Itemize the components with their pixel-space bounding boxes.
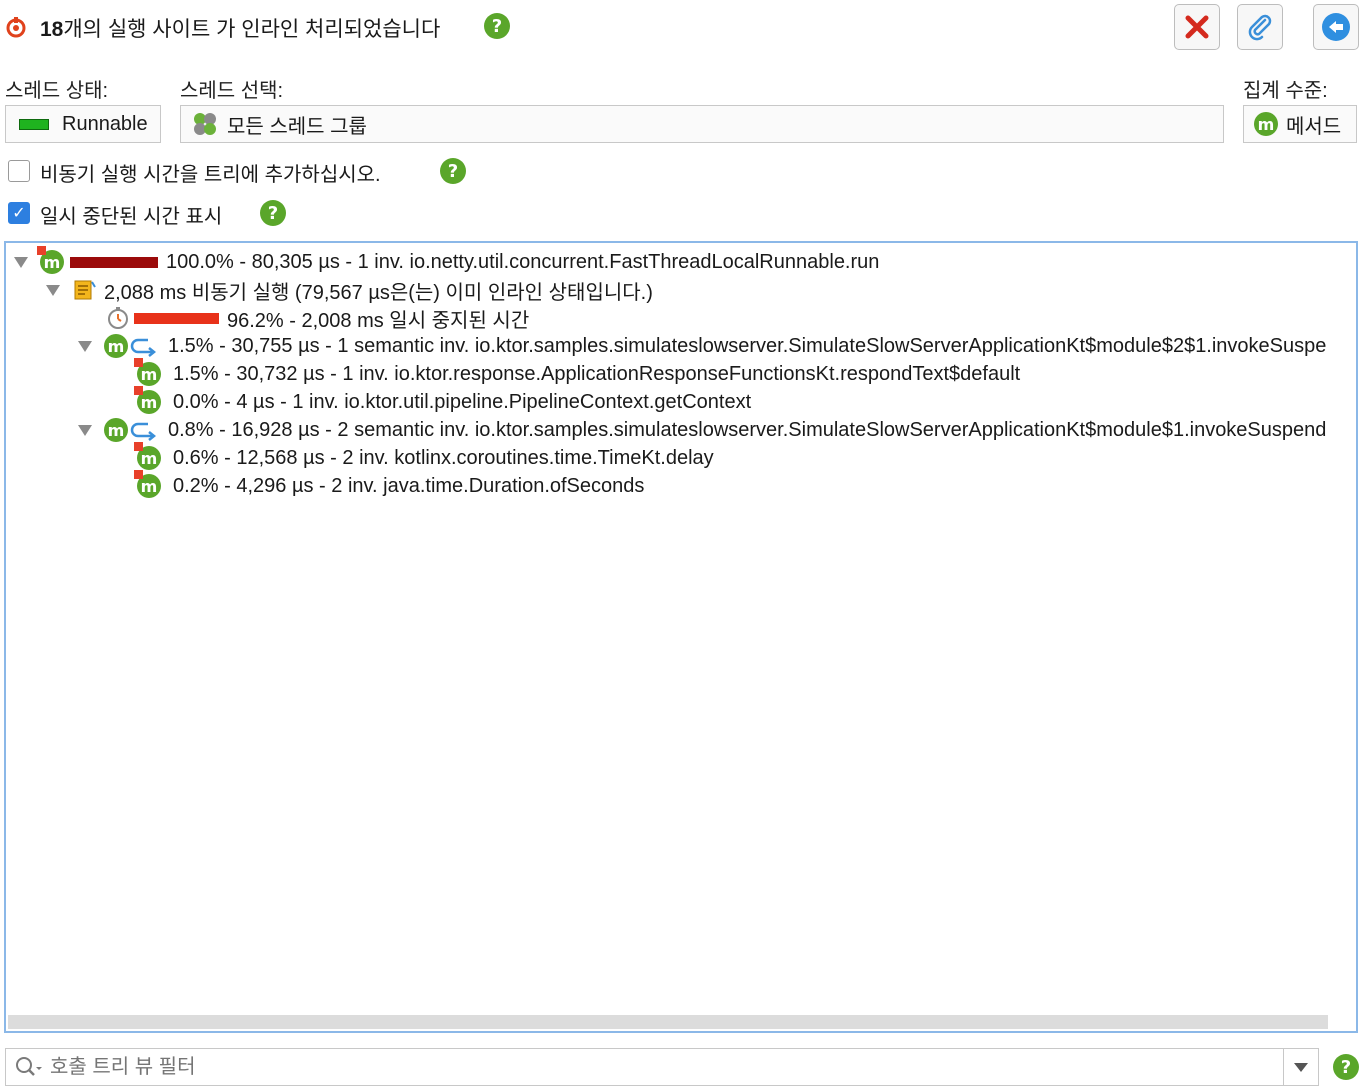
time-bar: [134, 312, 219, 324]
tree-row[interactable]: m 0.6% - 12,568 µs - 2 inv. kotlinx.coro…: [134, 442, 714, 472]
method-icon: m: [134, 358, 161, 386]
suspended-checkbox[interactable]: ✓: [8, 202, 30, 224]
method-icon: m: [134, 442, 161, 470]
help-icon[interactable]: ?: [484, 13, 510, 39]
call-tree[interactable]: m 100.0% - 80,305 µs - 1 inv. io.netty.u…: [4, 241, 1358, 1033]
tree-row-text: 0.6% - 12,568 µs - 2 inv. kotlinx.corout…: [173, 446, 714, 469]
tree-row[interactable]: m 0.8% - 16,928 µs - 2 semantic inv. io.…: [78, 416, 1326, 444]
tree-row-text: 1.5% - 30,755 µs - 1 semantic inv. io.kt…: [168, 334, 1327, 357]
tree-row[interactable]: m 0.2% - 4,296 µs - 2 inv. java.time.Dur…: [134, 470, 645, 500]
attach-button[interactable]: [1237, 4, 1283, 50]
method-icon: m: [37, 246, 64, 274]
async-help-icon[interactable]: ?: [440, 158, 466, 184]
thread-state-value: Runnable: [62, 112, 148, 135]
back-icon: [1322, 13, 1350, 41]
horizontal-scrollbar[interactable]: [8, 1015, 1328, 1029]
method-icon: m: [134, 386, 161, 414]
chevron-down-icon: [1294, 1062, 1308, 1072]
tree-row-text: 2,088 ms 비동기 실행 (79,567 µs은(는) 이미 인라인 상태…: [104, 281, 653, 304]
method-icon: m: [134, 470, 161, 498]
suspended-label[interactable]: 일시 중단된 시간 표시: [40, 200, 222, 229]
tree-row[interactable]: m 100.0% - 80,305 µs - 1 inv. io.netty.u…: [14, 246, 880, 276]
thread-state-selector[interactable]: Runnable: [5, 105, 161, 143]
tree-row-text: 0.0% - 4 µs - 1 inv. io.ktor.util.pipeli…: [173, 390, 752, 413]
thread-select-label: 스레드 선택:: [180, 80, 284, 102]
semantic-call-icon: [130, 422, 157, 441]
profiler-logo-icon: [5, 16, 27, 38]
search-icon: [16, 1057, 42, 1076]
attach-icon: [1248, 14, 1272, 41]
page-title-text: 개의 실행 사이트 가 인라인 처리되었습니다: [63, 18, 441, 41]
call-tree-filter[interactable]: [5, 1048, 1319, 1086]
method-icon: m: [104, 334, 128, 358]
expand-toggle-icon[interactable]: [14, 256, 28, 268]
tree-row[interactable]: 2,088 ms 비동기 실행 (79,567 µs은(는) 이미 인라인 상태…: [46, 276, 653, 304]
expand-toggle-icon[interactable]: [78, 340, 92, 352]
inlined-count: 18: [40, 18, 64, 41]
suspended-help-icon[interactable]: ?: [260, 200, 286, 226]
method-icon: m: [1254, 112, 1278, 136]
async-execution-icon: [74, 280, 96, 300]
thread-group-icon: [194, 113, 216, 135]
tree-row-text: 96.2% - 2,008 ms 일시 중지된 시간: [227, 309, 530, 332]
tree-row[interactable]: 96.2% - 2,008 ms 일시 중지된 시간: [106, 304, 529, 332]
filter-help-icon[interactable]: ?: [1333, 1054, 1359, 1080]
tree-row-text: 100.0% - 80,305 µs - 1 inv. io.netty.uti…: [166, 250, 880, 273]
close-icon: [1185, 15, 1209, 39]
expand-toggle-icon[interactable]: [46, 284, 60, 296]
async-label[interactable]: 비동기 실행 시간을 트리에 추가하십시오.: [40, 158, 381, 187]
tree-row[interactable]: m 1.5% - 30,732 µs - 1 inv. io.ktor.resp…: [134, 358, 1021, 388]
aggregation-selector[interactable]: m 메서드: [1243, 105, 1357, 143]
time-bar: [70, 256, 158, 268]
filter-input[interactable]: [48, 1054, 1283, 1080]
runnable-state-icon: [19, 118, 49, 130]
async-checkbox[interactable]: [8, 160, 30, 182]
filter-dropdown-button[interactable]: [1283, 1049, 1318, 1085]
thread-select-dropdown[interactable]: 모든 스레드 그룹: [180, 105, 1224, 143]
tree-row-text: 0.2% - 4,296 µs - 2 inv. java.time.Durat…: [173, 474, 645, 497]
aggregation-label: 집계 수준:: [1243, 80, 1328, 102]
expand-toggle-icon[interactable]: [78, 424, 92, 436]
tree-row-text: 1.5% - 30,732 µs - 1 inv. io.ktor.respon…: [173, 362, 1021, 385]
tree-row-text: 0.8% - 16,928 µs - 2 semantic inv. io.kt…: [168, 418, 1327, 441]
close-button[interactable]: [1174, 4, 1220, 50]
thread-state-label: 스레드 상태:: [5, 80, 109, 102]
thread-select-value: 모든 스레드 그룹: [227, 115, 367, 138]
method-icon: m: [104, 418, 128, 442]
semantic-call-icon: [130, 338, 157, 357]
tree-row[interactable]: m 0.0% - 4 µs - 1 inv. io.ktor.util.pipe…: [134, 386, 752, 416]
aggregation-value: 메서드: [1286, 115, 1342, 138]
page-title: 18개의 실행 사이트 가 인라인 처리되었습니다: [40, 13, 440, 43]
stopwatch-icon: [108, 307, 128, 329]
back-button[interactable]: [1313, 4, 1359, 50]
tree-row[interactable]: m 1.5% - 30,755 µs - 1 semantic inv. io.…: [78, 332, 1326, 360]
